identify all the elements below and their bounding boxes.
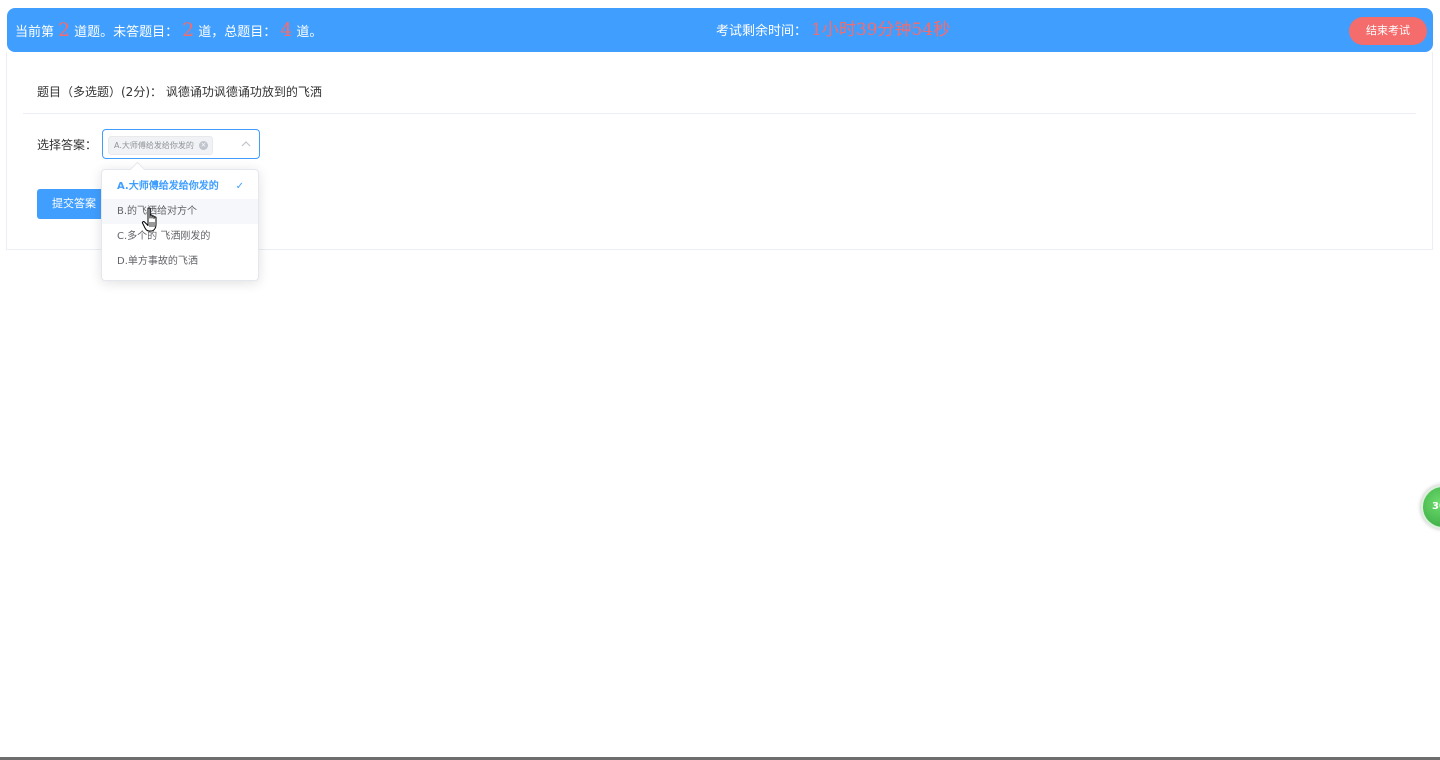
answer-multiselect[interactable]: A.大师傅给发给你发的 × — [102, 129, 260, 159]
option-c-label: C.多个的 飞洒刚发的 — [117, 231, 211, 242]
timer-value: 1小时39分钟54秒 — [811, 20, 951, 40]
floating-widget[interactable]: 30 — [1421, 485, 1440, 529]
option-b[interactable]: B.的飞洒给对方个 — [102, 199, 258, 224]
tag-close-icon[interactable]: × — [198, 141, 208, 150]
progress-mid1: 道题。未答题目： — [74, 25, 179, 40]
option-d[interactable]: D.单方事故的飞洒 — [102, 249, 258, 274]
question-text: 题目（多选题）(2分)： 讽德诵功讽德诵功放到的飞洒 — [37, 85, 322, 99]
answer-dropdown: A.大师傅给发给你发的 ✓ B.的飞洒给对方个 C.多个的 飞洒刚发的 D.单方事… — [101, 161, 259, 281]
hand-pointer-icon — [141, 207, 157, 232]
option-a-label: A.大师傅给发给你发的 — [117, 181, 219, 192]
progress-prefix: 当前第 — [15, 25, 55, 40]
end-exam-button[interactable]: 结束考试 — [1349, 17, 1427, 45]
exam-status-bar: 当前第 2 道题。未答题目： 2 道，总题目： 4 道。 考试剩余时间： 1小时39分钟54秒… — [7, 8, 1433, 52]
current-question-number: 2 — [58, 19, 71, 41]
total-count: 4 — [280, 19, 293, 41]
option-d-label: D.单方事故的飞洒 — [117, 256, 198, 267]
divider — [23, 113, 1416, 114]
selected-tag: A.大师傅给发给你发的 × — [108, 136, 213, 155]
option-a[interactable]: A.大师傅给发给你发的 ✓ — [102, 174, 258, 199]
unanswered-count: 2 — [182, 19, 195, 41]
selected-tag-label: A.大师傅给发给你发的 — [114, 141, 194, 150]
progress-suffix: 道。 — [296, 25, 323, 40]
remaining-time: 考试剩余时间： 1小时39分钟54秒 — [716, 8, 950, 52]
progress-mid2: 道，总题目： — [198, 25, 277, 40]
check-icon: ✓ — [235, 181, 244, 192]
progress-summary: 当前第 2 道题。未答题目： 2 道，总题目： 4 道。 — [15, 8, 322, 52]
option-c[interactable]: C.多个的 飞洒刚发的 — [102, 224, 258, 249]
submit-answer-button[interactable]: 提交答案 — [37, 189, 109, 219]
answer-label: 选择答案： — [37, 138, 98, 152]
timer-label: 考试剩余时间： — [716, 24, 808, 39]
chevron-up-icon[interactable] — [241, 139, 251, 149]
